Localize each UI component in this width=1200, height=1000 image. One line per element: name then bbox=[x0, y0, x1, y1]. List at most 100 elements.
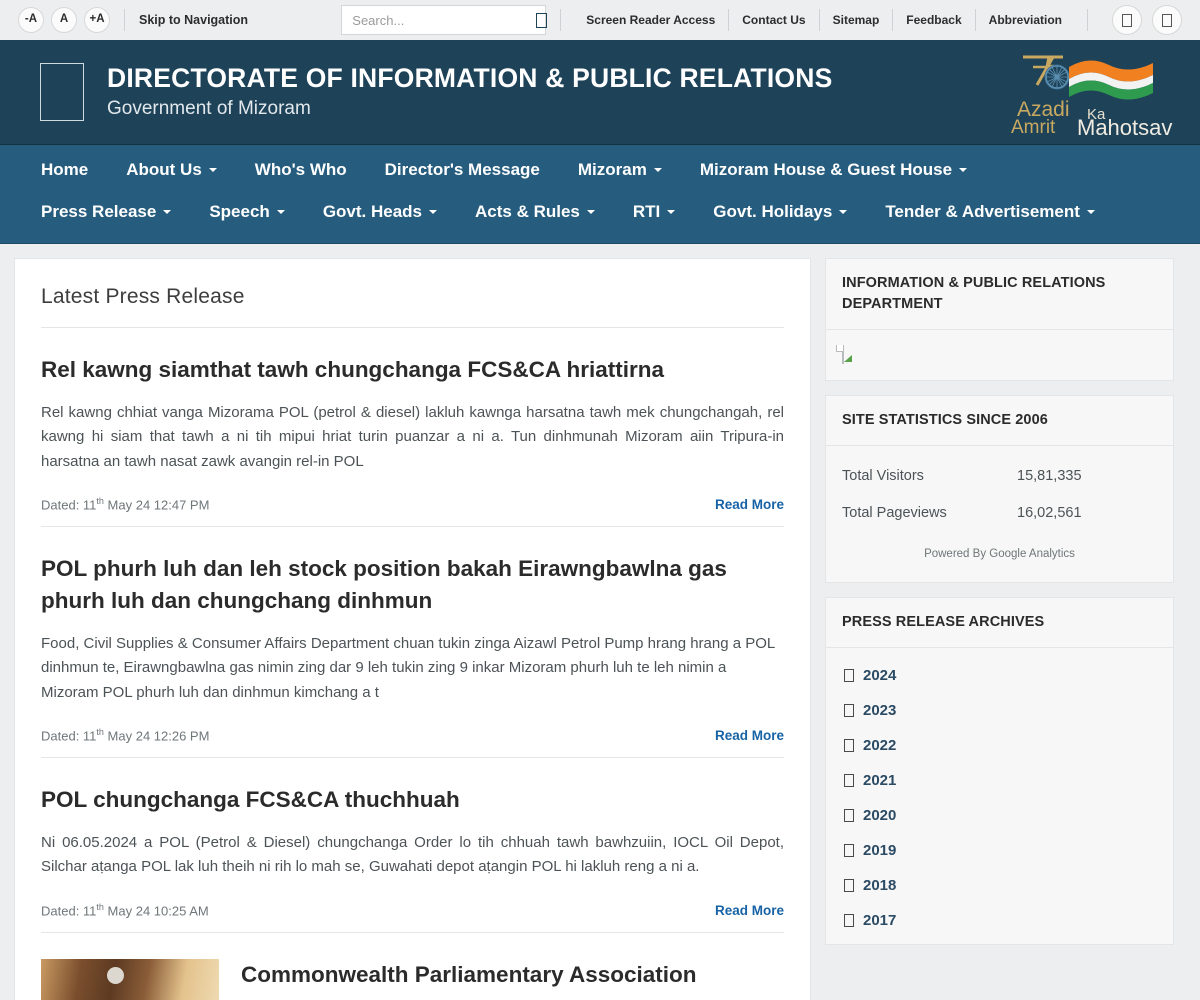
nav-item-home[interactable]: Home bbox=[22, 151, 107, 189]
article-meta: Dated: 11th May 24 12:47 PM Read More bbox=[41, 496, 784, 526]
widget-content bbox=[826, 330, 1173, 380]
chevron-down-icon bbox=[839, 210, 848, 214]
press-release-item: POL chungchanga FCS&CA thuchhuah Ni 06.0… bbox=[41, 758, 784, 934]
divider bbox=[892, 9, 894, 31]
archive-year-2017[interactable]: 2017 bbox=[826, 903, 1173, 938]
archive-year-2018[interactable]: 2018 bbox=[826, 868, 1173, 903]
search-icon bbox=[536, 12, 548, 28]
sitemap-link[interactable]: Sitemap bbox=[822, 13, 891, 27]
folder-icon bbox=[844, 914, 854, 928]
archive-year-2023[interactable]: 2023 bbox=[826, 693, 1173, 728]
stat-row: Total Visitors 15,81,335 bbox=[842, 468, 1157, 484]
article-excerpt: Rel kawng chhiat vanga Mizorama POL (pet… bbox=[41, 403, 784, 470]
site-subtitle: Government of Mizoram bbox=[107, 97, 311, 119]
article-title[interactable]: POL chungchanga FCS&CA thuchhuah bbox=[41, 784, 784, 816]
article-title[interactable]: Commonwealth Parliamentary Association bbox=[241, 959, 697, 991]
search-input[interactable] bbox=[342, 6, 537, 34]
site-statistics-widget: SITE STATISTICS SINCE 2006 Total Visitor… bbox=[825, 395, 1174, 584]
nav-label: Acts & Rules bbox=[475, 202, 580, 221]
skip-to-navigation-link[interactable]: Skip to Navigation bbox=[139, 13, 248, 27]
facebook-icon bbox=[1122, 13, 1132, 27]
date-ordinal: th bbox=[96, 495, 104, 506]
search-box[interactable] bbox=[341, 5, 548, 35]
read-more-link[interactable]: Read More bbox=[715, 497, 784, 512]
read-more-link[interactable]: Read More bbox=[715, 903, 784, 918]
contact-us-link[interactable]: Contact Us bbox=[731, 13, 816, 27]
archive-year-2024[interactable]: 2024 bbox=[826, 658, 1173, 693]
stat-label: Total Pageviews bbox=[842, 505, 947, 522]
folder-icon bbox=[844, 669, 854, 683]
archive-year-list: 2024 2023 2022 2021 2020 2019 2018 2017 bbox=[826, 648, 1173, 944]
section-heading: Latest Press Release bbox=[41, 285, 245, 308]
divider bbox=[728, 9, 730, 31]
nav-label: Director's Message bbox=[384, 160, 540, 179]
chevron-down-icon bbox=[429, 210, 438, 214]
nav-item-whos-who[interactable]: Who's Who bbox=[236, 151, 366, 189]
nav-item-mizoram-house-guest-house[interactable]: Mizoram House & Guest House bbox=[681, 151, 986, 189]
stat-value: 16,02,561 bbox=[1017, 505, 1082, 522]
site-header: DIRECTORATE OF INFORMATION & PUBLIC RELA… bbox=[0, 40, 1200, 145]
nav-label: Mizoram House & Guest House bbox=[699, 160, 953, 179]
date-prefix: Dated: 11 bbox=[41, 903, 97, 919]
nav-label: Govt. Holidays bbox=[713, 202, 833, 221]
divider bbox=[560, 9, 562, 31]
state-emblem-icon bbox=[40, 63, 84, 121]
folder-icon bbox=[844, 774, 854, 788]
archive-year-2022[interactable]: 2022 bbox=[826, 728, 1173, 763]
widget-content: Total Visitors 15,81,335 Total Pageviews… bbox=[826, 446, 1173, 582]
read-more-link[interactable]: Read More bbox=[715, 728, 784, 743]
nav-item-rti[interactable]: RTI bbox=[614, 193, 694, 231]
abbreviation-link[interactable]: Abbreviation bbox=[978, 13, 1073, 27]
stat-label: Total Visitors bbox=[842, 468, 924, 485]
social-links bbox=[1112, 5, 1182, 35]
feedback-link[interactable]: Feedback bbox=[895, 13, 972, 27]
nav-label: Tender & Advertisement bbox=[885, 202, 1080, 221]
stat-value: 15,81,335 bbox=[1017, 468, 1082, 485]
analytics-credit: Powered By Google Analytics bbox=[924, 548, 1075, 561]
date-rest: May 24 10:25 AM bbox=[103, 903, 209, 919]
site-identity: DIRECTORATE OF INFORMATION & PUBLIC RELA… bbox=[107, 63, 832, 120]
archive-year-2020[interactable]: 2020 bbox=[826, 798, 1173, 833]
nav-item-speech[interactable]: Speech bbox=[190, 193, 303, 231]
nav-item-directors-message[interactable]: Director's Message bbox=[366, 151, 559, 189]
nav-label: Speech bbox=[209, 202, 270, 221]
azadi-ka-amrit-mahotsav-logo: Azadi Ka Amrit Mahotsav bbox=[1011, 55, 1172, 137]
chevron-down-icon bbox=[667, 210, 676, 214]
facebook-button[interactable] bbox=[1112, 5, 1142, 35]
divider bbox=[974, 9, 976, 31]
font-increase-button[interactable]: +A bbox=[84, 7, 110, 33]
widget-title: INFORMATION & PUBLIC RELATIONS DEPARTMEN… bbox=[826, 259, 1173, 331]
divider bbox=[1087, 9, 1088, 31]
search-submit-button[interactable] bbox=[536, 6, 548, 34]
chevron-down-icon bbox=[586, 210, 595, 214]
font-normal-button[interactable]: A bbox=[51, 7, 77, 33]
nav-label: About Us bbox=[126, 160, 202, 179]
chevron-down-icon bbox=[1086, 210, 1095, 214]
article-title[interactable]: POL phurh luh dan leh stock position bak… bbox=[41, 553, 784, 617]
nav-item-mizoram[interactable]: Mizoram bbox=[559, 151, 681, 189]
archive-year-2021[interactable]: 2021 bbox=[826, 763, 1173, 798]
nav-item-tender-advertisement[interactable]: Tender & Advertisement bbox=[866, 193, 1114, 231]
nav-item-about-us[interactable]: About Us bbox=[107, 151, 236, 189]
date-ordinal: th bbox=[96, 726, 104, 737]
nav-row-primary: Home About Us Who's Who Director's Messa… bbox=[22, 151, 1178, 189]
divider bbox=[818, 9, 820, 31]
archive-year-2019[interactable]: 2019 bbox=[826, 833, 1173, 868]
font-decrease-button[interactable]: -A bbox=[18, 7, 44, 33]
archive-year-label: 2021 bbox=[863, 772, 897, 790]
press-release-archives-widget: PRESS RELEASE ARCHIVES 2024 2023 2022 20… bbox=[825, 597, 1174, 946]
screen-reader-access-link[interactable]: Screen Reader Access bbox=[575, 13, 726, 27]
nav-item-govt-holidays[interactable]: Govt. Holidays bbox=[694, 193, 866, 231]
font-size-controls: -A A +A bbox=[18, 7, 110, 33]
date-ordinal: th bbox=[96, 901, 104, 912]
sidebar: INFORMATION & PUBLIC RELATIONS DEPARTMEN… bbox=[825, 258, 1174, 946]
article-title[interactable]: Rel kawng siamthat tawh chungchanga FCS&… bbox=[41, 354, 784, 386]
nav-item-press-release[interactable]: Press Release bbox=[22, 193, 190, 231]
press-release-item: POL phurh luh dan leh stock position bak… bbox=[41, 527, 784, 759]
svg-text:Amrit: Amrit bbox=[1011, 117, 1056, 137]
twitter-button[interactable] bbox=[1152, 5, 1182, 35]
nav-item-acts-rules[interactable]: Acts & Rules bbox=[456, 193, 614, 231]
article-thumbnail[interactable] bbox=[41, 959, 219, 1000]
archive-year-label: 2020 bbox=[863, 807, 897, 825]
nav-item-govt-heads[interactable]: Govt. Heads bbox=[304, 193, 456, 231]
